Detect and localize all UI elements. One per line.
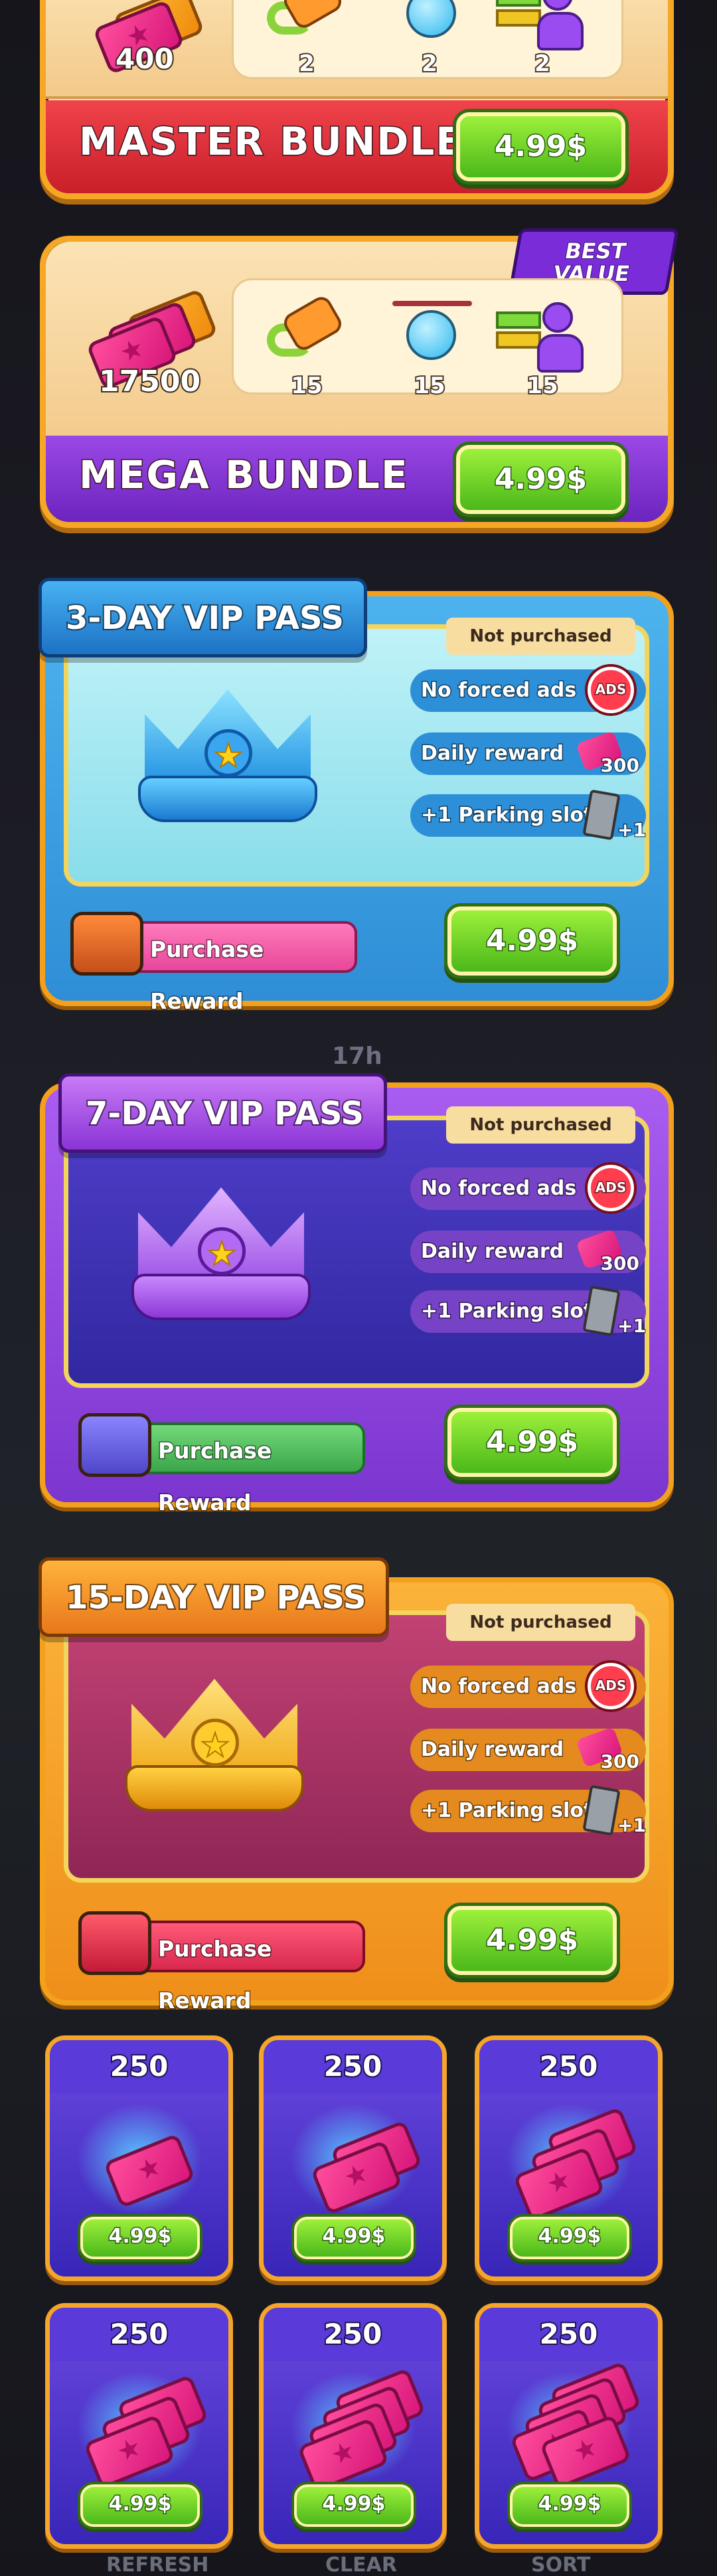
purchase-reward-button[interactable]: Purchase Reward: [78, 1911, 365, 2015]
helicopter-item: 2: [383, 0, 476, 78]
pack-amount: 250: [479, 2040, 658, 2093]
parking-slot-icon: [582, 1285, 621, 1337]
ticket-stack-icon: [310, 2120, 423, 2215]
pack-amount: 250: [264, 2040, 442, 2093]
vip-status-label: Not purchased: [446, 1604, 635, 1641]
mega-bundle-buy-button[interactable]: 4.99$: [456, 445, 625, 514]
crown-icon: ★: [105, 1639, 324, 1838]
ticket-stack-icon: [83, 2374, 209, 2490]
background-timer-label: 17h: [332, 1043, 382, 1070]
ticket-stack-icon: [513, 2106, 639, 2222]
pack-amount: 250: [50, 2040, 228, 2093]
bundle-band: MEGA BUNDLE 4.99$: [46, 436, 668, 522]
background-clear-label: CLEAR: [325, 2553, 397, 2576]
pack-buy-button[interactable]: 4.99$: [80, 2217, 200, 2259]
pack-buy-button[interactable]: 4.99$: [294, 2484, 414, 2527]
swap-arrows-icon: [496, 311, 542, 351]
vip-status-label: Not purchased: [446, 618, 635, 655]
crown-icon: ★: [118, 649, 337, 849]
vip-pass-title: 15-DAY VIP PASS: [39, 1557, 390, 1637]
vip-pass-7-day-card: 7-DAY VIP PASS Not purchased ★ No forced…: [40, 1073, 674, 1517]
bundle-name: MEGA BUNDLE: [78, 452, 409, 499]
person-swap-item: 2: [496, 0, 589, 78]
background-sort-label: SORT: [531, 2553, 591, 2576]
vip-3-day-buy-button[interactable]: 4.99$: [447, 906, 617, 976]
pack-amount: 250: [264, 2308, 442, 2361]
pack-buy-button[interactable]: 4.99$: [510, 2484, 629, 2527]
perk-daily-reward: Daily reward 300: [410, 1229, 646, 1276]
vip-15-day-buy-button[interactable]: 4.99$: [447, 1906, 617, 1975]
vip-pass-3-day-card: 3-DAY VIP PASS Not purchased ★ No forced…: [39, 578, 674, 1015]
treasure-chest-icon: [78, 1413, 151, 1477]
master-bundle-card: 400 2 2 2 MASTER BUNDLE 4.99$: [40, 0, 674, 199]
mega-bundle-card: BEST VALUE 17500 15 15 15 MEGA BUNDLE 4.…: [40, 228, 679, 528]
vip-7-day-buy-button[interactable]: 4.99$: [447, 1408, 617, 1477]
perk-daily-reward: Daily reward 300: [410, 1727, 646, 1774]
perk-parking-slot: +1 Parking slot +1: [410, 789, 647, 842]
person-swap-item: 15: [496, 284, 589, 400]
parking-slot-icon: [582, 789, 621, 841]
car-swap-item: 2: [260, 0, 353, 78]
no-ads-icon: ADS: [588, 667, 634, 713]
purchase-reward-button[interactable]: Purchase Reward: [70, 912, 357, 1015]
vip-pass-title: 7-DAY VIP PASS: [58, 1073, 387, 1153]
treasure-chest-icon: [70, 912, 143, 976]
perk-no-forced-ads: No forced ads ADS: [410, 1663, 646, 1709]
perk-parking-slot: +1 Parking slot +1: [410, 1784, 647, 1838]
ticket-pack-card: 250 4.99$: [259, 2303, 447, 2549]
background-refresh-label: REFRESH: [106, 2553, 209, 2576]
person-icon: [537, 0, 584, 50]
helicopter-item: 15: [383, 284, 476, 400]
pack-amount: 250: [479, 2308, 658, 2361]
pack-buy-button[interactable]: 4.99$: [294, 2217, 414, 2259]
parking-slot-icon: [582, 1784, 621, 1836]
person-icon: [537, 302, 584, 373]
treasure-chest-icon: [78, 1911, 151, 1975]
ticket-pack-card: 250 4.99$: [475, 2035, 663, 2281]
no-ads-icon: ADS: [588, 1165, 634, 1211]
bundle-name: MASTER BUNDLE: [78, 118, 463, 165]
bundle-ticket-count: 400: [114, 41, 175, 76]
bundle-ticket-count: 17500: [98, 363, 202, 400]
ticket-pack-card: 250 4.99$: [475, 2303, 663, 2549]
ticket-stack-icon: [509, 2361, 642, 2490]
vip-pass-15-day-card: 15-DAY VIP PASS Not purchased ★ No force…: [39, 1557, 674, 2015]
crown-icon: ★: [112, 1148, 331, 1347]
vip-pass-title: 3-DAY VIP PASS: [39, 578, 367, 657]
ticket-stack-icon: [297, 2367, 426, 2493]
master-bundle-buy-button[interactable]: 4.99$: [456, 112, 625, 181]
ticket-pack-card: 250 4.99$: [45, 2035, 233, 2281]
perk-no-forced-ads: No forced ads ADS: [410, 1165, 646, 1211]
no-ads-icon: ADS: [588, 1663, 634, 1709]
helicopter-icon: [406, 0, 456, 38]
pack-buy-button[interactable]: 4.99$: [510, 2217, 629, 2259]
pack-buy-button[interactable]: 4.99$: [80, 2484, 200, 2527]
ticket-icon: [103, 2133, 196, 2209]
bundle-band: MASTER BUNDLE 4.99$: [46, 100, 668, 193]
perk-parking-slot: +1 Parking slot +1: [410, 1285, 647, 1338]
ticket-pack-card: 250 4.99$: [259, 2035, 447, 2281]
swap-arrows-icon: [496, 0, 542, 29]
pack-amount: 250: [50, 2308, 228, 2361]
helicopter-icon: [392, 301, 472, 360]
perk-daily-reward: Daily reward 300: [410, 730, 646, 778]
perk-no-forced-ads: No forced ads ADS: [410, 667, 646, 713]
vip-status-label: Not purchased: [446, 1106, 635, 1144]
purchase-reward-button[interactable]: Purchase Reward: [78, 1413, 365, 1517]
ticket-pack-card: 250 4.99$: [45, 2303, 233, 2549]
car-swap-item: 15: [260, 284, 353, 400]
